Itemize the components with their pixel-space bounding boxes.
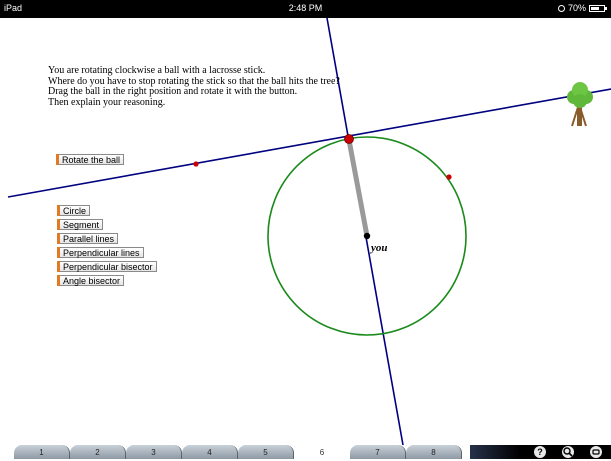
tool-circle-button[interactable]: Circle (57, 205, 91, 216)
tool-segment-button[interactable]: Segment (57, 219, 104, 230)
tab-page-6[interactable]: 6 (294, 445, 350, 459)
instruction-line: Drag the ball in the right position and … (48, 86, 298, 97)
tab-page-8[interactable]: 8 (406, 445, 462, 459)
bottom-toolbar: ? (470, 445, 611, 459)
center-point[interactable] (363, 232, 371, 240)
tool-perpendicular-bisector-button[interactable]: Perpendicular bisector (57, 261, 157, 272)
point-on-line[interactable] (193, 161, 199, 167)
ball[interactable] (344, 134, 354, 144)
tab-page-5[interactable]: 5 (238, 445, 294, 459)
rotate-ball-label: Rotate the ball (59, 154, 125, 165)
tool-angle-bisector-button[interactable]: Angle bisector (57, 275, 125, 286)
tree-icon (567, 82, 593, 127)
rotate-ball-button[interactable]: Rotate the ball (56, 154, 125, 165)
zoom-icon[interactable] (562, 446, 574, 458)
tab-page-1[interactable]: 1 (14, 445, 70, 459)
tab-page-2[interactable]: 2 (70, 445, 126, 459)
instruction-line: You are rotating clockwise a ball with a… (48, 65, 266, 76)
instructions: You are rotating clockwise a ball with a… (48, 65, 340, 108)
point-on-circle[interactable] (446, 174, 452, 180)
tool-parallel-lines-button[interactable]: Parallel lines (57, 233, 119, 244)
tab-page-7[interactable]: 7 (350, 445, 406, 459)
tool-perpendicular-lines-button[interactable]: Perpendicular lines (57, 247, 144, 258)
tab-page-4[interactable]: 4 (182, 445, 238, 459)
center-label: you (369, 242, 388, 254)
help-icon[interactable]: ? (534, 446, 546, 458)
lacrosse-stick[interactable] (346, 137, 370, 239)
instruction-line: Then explain your reasoning. (48, 96, 166, 108)
tab-page-3[interactable]: 3 (126, 445, 182, 459)
menu-icon[interactable] (590, 446, 602, 458)
